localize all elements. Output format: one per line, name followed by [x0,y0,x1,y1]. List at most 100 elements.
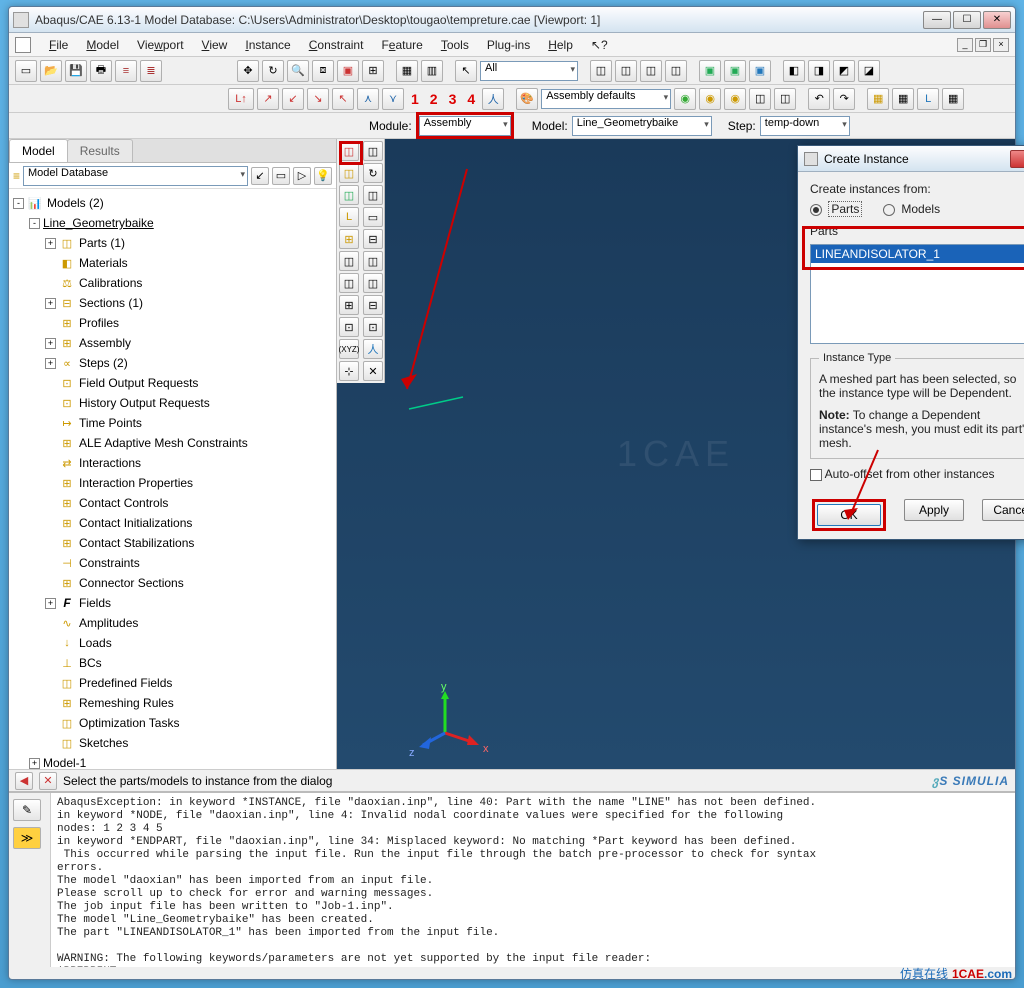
radio-parts-label[interactable]: Parts [828,201,862,217]
tree-steps[interactable]: Steps (2) [79,356,128,370]
menu-view[interactable]: View [194,36,236,54]
viewport[interactable]: ◫ ◫ ◫ ↻ ◫ ◫ L ▭ ⊞ ⊟ ◫ ◫ ◫ ◫ ⊞ ⊟ ⊡ ⊡ (XYZ… [337,139,1015,769]
autooffset-checkbox[interactable] [810,469,822,481]
persp-icon-3[interactable]: ▣ [749,60,771,82]
zoom-icon[interactable]: 🔍 [287,60,309,82]
expand-icon[interactable]: + [45,338,56,349]
tool-icon-9[interactable]: ⊞ [339,229,359,249]
status-back-icon[interactable]: ◀ [15,772,33,790]
radio-parts[interactable] [810,204,822,216]
tree-constraints[interactable]: Constraints [79,556,140,570]
expand-icon[interactable]: + [45,358,56,369]
pointer-icon[interactable]: ↖ [455,60,477,82]
tree-assembly[interactable]: Assembly [79,336,131,350]
menu-plugins[interactable]: Plug-ins [479,36,538,54]
csys-icon-2[interactable]: ↗ [257,88,279,110]
tool-icon-5[interactable]: ◫ [339,185,359,205]
tool-icon-7[interactable]: L [339,207,359,227]
rotate-icon[interactable]: ↻ [262,60,284,82]
tree-amplitudes[interactable]: Amplitudes [79,616,138,630]
tree-models[interactable]: Models (2) [47,196,104,210]
tool-icon-20[interactable]: 人 [363,339,383,359]
tool-icon-17[interactable]: ⊡ [339,317,359,337]
viewport-close-button[interactable]: × [993,38,1009,52]
tree-connsect[interactable]: Connector Sections [79,576,184,590]
tool-icon-3[interactable]: ◫ [339,163,359,183]
expand-icon[interactable]: + [45,238,56,249]
dialog-close-button[interactable]: ✕ [1010,150,1024,168]
step-dropdown[interactable]: temp-down [760,116,850,136]
zoom-box-icon[interactable]: ⧈ [312,60,334,82]
tab-model[interactable]: Model [9,139,68,162]
render-icon-2[interactable]: ◉ [699,88,721,110]
cube-icon-1[interactable]: ◫ [590,60,612,82]
persp-icon-2[interactable]: ▣ [724,60,746,82]
misc-icon-1[interactable]: ▦ [867,88,889,110]
tree-calibrations[interactable]: Calibrations [79,276,142,290]
dialog-titlebar[interactable]: Create Instance ✕ [798,146,1024,172]
db-tip-icon[interactable]: 💡 [314,167,332,185]
model-dropdown[interactable]: Line_Geometrybaike [572,116,712,136]
tool-icon-13[interactable]: ◫ [339,273,359,293]
db-btn-1[interactable]: ↙ [251,167,269,185]
msg-info-icon[interactable]: ✎ [13,799,41,821]
menu-instance[interactable]: Instance [237,36,298,54]
module-dropdown[interactable]: Assembly [419,116,511,136]
tool-icon-21[interactable]: ⊹ [339,361,359,381]
misc-icon-4[interactable]: ▦ [942,88,964,110]
tree-materials[interactable]: Materials [79,256,128,270]
menu-file[interactable]: File [41,36,76,54]
csys-icon-6[interactable]: ⋏ [357,88,379,110]
grid-icon-2[interactable]: ▥ [421,60,443,82]
cube-icon-3[interactable]: ◫ [640,60,662,82]
tree-bcs[interactable]: BCs [79,656,102,670]
tree-sections[interactable]: Sections (1) [79,296,143,310]
render-icon-4[interactable]: ◫ [749,88,771,110]
tab-results[interactable]: Results [67,139,133,162]
tool-icon-22[interactable]: ✕ [363,361,383,381]
csys-icon-5[interactable]: ↖ [332,88,354,110]
tree-line-geom[interactable]: Line_Geometrybaike [43,216,154,230]
tree-parts[interactable]: Parts (1) [79,236,125,250]
cube-icon-4[interactable]: ◫ [665,60,687,82]
tool-icon-12[interactable]: ◫ [363,251,383,271]
tree-sketches[interactable]: Sketches [79,736,128,750]
render-icon-3[interactable]: ◉ [724,88,746,110]
tree-ale[interactable]: ALE Adaptive Mesh Constraints [79,436,248,450]
tree-remesh[interactable]: Remeshing Rules [79,696,174,710]
tree-ccontrols[interactable]: Contact Controls [79,496,168,510]
tree-model1[interactable]: Model-1 [43,756,86,769]
cancel-button[interactable]: Cancel [982,499,1024,521]
tool-icon-11[interactable]: ◫ [339,251,359,271]
menu-icon[interactable] [15,37,31,53]
tool-xyz-icon[interactable]: (XYZ) [339,339,359,359]
csys-icon-1[interactable]: L↑ [228,88,254,110]
print-icon[interactable]: 🖶 [90,60,112,82]
tree-loads[interactable]: Loads [79,636,112,650]
expand-icon[interactable]: + [45,598,56,609]
open-icon[interactable]: 📂 [40,60,62,82]
fit-icon[interactable]: ▣ [337,60,359,82]
csys-icon-4[interactable]: ↘ [307,88,329,110]
menu-help[interactable]: Help [540,36,581,54]
expand-icon[interactable]: - [29,218,40,229]
undo-icon[interactable]: ↶ [808,88,830,110]
tree-opt[interactable]: Optimization Tasks [79,716,179,730]
tool-icon-15[interactable]: ⊞ [339,295,359,315]
color-icon[interactable]: 🎨 [516,88,538,110]
menu-model[interactable]: Model [78,36,127,54]
csys-icon-8[interactable]: 人 [482,88,504,110]
tool-icon-4[interactable]: ↻ [363,163,383,183]
tree-predef[interactable]: Predefined Fields [79,676,172,690]
assembly-defaults-dropdown[interactable]: Assembly defaults [541,89,671,109]
apply-button[interactable]: Apply [904,499,964,521]
db-btn-3[interactable]: ▷ [293,167,311,185]
shade-icon-2[interactable]: ◨ [808,60,830,82]
tool-icon-6[interactable]: ◫ [363,185,383,205]
tree-cstab[interactable]: Contact Stabilizations [79,536,194,550]
autofit-icon[interactable]: ⊞ [362,60,384,82]
render-icon-1[interactable]: ◉ [674,88,696,110]
minimize-button[interactable]: — [923,11,951,29]
model-tree[interactable]: -📊Models (2) -Line_Geometrybaike +◫Parts… [9,189,336,769]
menu-viewport[interactable]: Viewport [129,36,192,54]
